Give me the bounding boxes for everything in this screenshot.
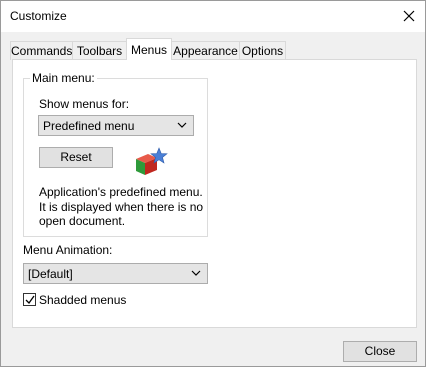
customize-dialog: Customize Commands Toolbars Menus Appear… [0, 0, 426, 367]
tab-options[interactable]: Options [239, 41, 286, 60]
app-cube-star-icon [136, 147, 168, 175]
title-bar: Customize [1, 1, 425, 32]
checkmark-icon [25, 295, 35, 305]
close-button[interactable]: Close [343, 341, 417, 362]
main-menu-group-label: Main menu: [30, 71, 97, 85]
shaded-menus-label[interactable]: Shadded menus [39, 293, 126, 307]
shaded-menus-checkbox[interactable] [23, 293, 36, 306]
show-menus-label: Show menus for: [39, 97, 130, 111]
chevron-down-icon [191, 270, 201, 276]
tab-label: Options [241, 44, 284, 58]
tab-menus[interactable]: Menus [126, 38, 172, 60]
tab-appearance[interactable]: Appearance [171, 41, 240, 60]
tab-label: Toolbars [76, 44, 123, 58]
window-title: Customize [10, 9, 67, 23]
tab-label: Appearance [173, 44, 238, 58]
close-button-label: Close [364, 344, 396, 358]
menu-animation-dropdown[interactable]: [Default] [23, 263, 208, 284]
show-menus-dropdown[interactable]: Predefined menu [38, 115, 194, 136]
close-window-button[interactable] [393, 1, 425, 32]
close-icon [403, 10, 415, 22]
tab-commands[interactable]: Commands [10, 41, 73, 60]
reset-button[interactable]: Reset [39, 147, 113, 168]
reset-button-label: Reset [60, 150, 92, 164]
menu-animation-label: Menu Animation: [23, 243, 113, 257]
tab-label: Menus [130, 43, 168, 57]
tab-label: Commands [11, 44, 73, 58]
tab-toolbars[interactable]: Toolbars [72, 41, 127, 60]
chevron-down-icon [177, 122, 187, 128]
menu-description: Application's predefined menu. It is dis… [39, 185, 204, 228]
show-menus-value: Predefined menu [43, 119, 135, 133]
menu-animation-value: [Default] [28, 267, 73, 281]
